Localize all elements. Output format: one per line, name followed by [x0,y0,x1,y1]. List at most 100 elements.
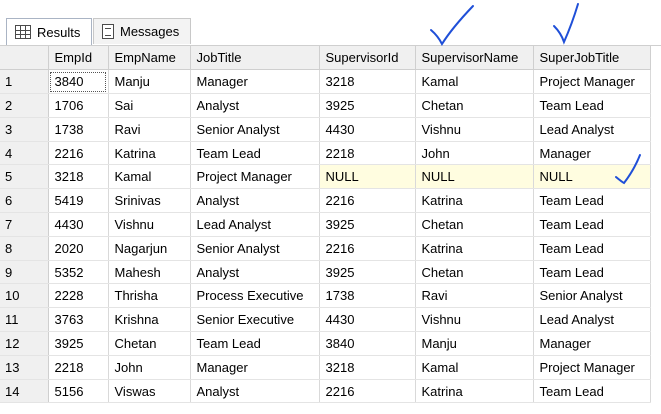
table-cell[interactable]: 2218 [48,355,109,380]
table-cell[interactable]: Manager [533,331,651,356]
table-cell[interactable]: 1738 [319,283,416,309]
table-cell[interactable]: Mahesh [108,260,191,285]
column-header-superjobtitle[interactable]: SuperJobTitle [533,46,651,71]
table-cell[interactable]: Ravi [415,283,534,309]
table-row[interactable]: 9 5352 Mahesh Analyst 3925 Chetan Team Lead [0,260,651,285]
table-row[interactable]: 14 5156 Viswas Analyst 2216 Katrina Team Lead [0,379,651,404]
table-cell[interactable]: 3218 [48,164,109,190]
table-row[interactable]: 6 5419 Srinivas Analyst 2216 Katrina Team Lead [0,188,651,214]
tab-results[interactable]: Results [6,18,92,45]
table-cell[interactable]: 2020 [48,236,109,261]
table-cell[interactable]: Katrina [415,379,534,404]
table-cell[interactable]: 2216 [48,141,109,166]
table-cell[interactable]: Sai [108,93,191,118]
column-header-empname[interactable]: EmpName [108,46,191,71]
table-cell[interactable]: Chetan [415,212,534,237]
table-cell[interactable]: Ravi [108,117,191,142]
table-cell[interactable]: NULL [415,164,534,190]
table-cell[interactable]: Project Manager [533,69,651,95]
table-cell[interactable]: 2216 [319,379,416,404]
table-cell[interactable]: 3763 [48,307,109,333]
table-cell[interactable]: John [415,141,534,166]
table-cell[interactable]: Chetan [108,331,191,356]
row-number[interactable]: 10 [0,283,49,309]
table-cell[interactable]: Lead Analyst [533,117,651,142]
column-header-supervisorid[interactable]: SupervisorId [319,46,416,71]
table-cell[interactable]: 1706 [48,93,109,118]
table-cell[interactable]: Senior Analyst [190,236,320,261]
table-cell[interactable]: 5156 [48,379,109,404]
table-cell[interactable]: 3925 [319,260,416,285]
table-row[interactable]: 13 2218 John Manager 3218 Kamal Project Manage… [0,355,651,380]
table-cell[interactable]: 4430 [48,212,109,237]
table-row[interactable]: 8 2020 Nagarjun Senior Analyst 2216 Katrina Te… [0,236,651,261]
row-number[interactable]: 14 [0,379,49,404]
table-cell[interactable]: Manju [108,69,191,95]
table-cell[interactable]: Nagarjun [108,236,191,261]
table-row[interactable]: 1 3840 Manju Manager 3218 Kamal Project Manage… [0,69,651,95]
table-cell[interactable]: Manager [190,69,320,95]
table-cell[interactable]: 1738 [48,117,109,142]
table-cell[interactable]: Kamal [415,69,534,95]
table-cell[interactable]: 3218 [319,355,416,380]
column-header-empid[interactable]: EmpId [48,46,109,71]
table-cell[interactable]: 3925 [48,331,109,356]
table-cell[interactable]: Senior Executive [190,307,320,333]
table-cell[interactable]: Manju [415,331,534,356]
table-row[interactable]: 2 1706 Sai Analyst 3925 Chetan Team Lead [0,93,651,118]
table-cell[interactable]: Team Lead [533,212,651,237]
row-number[interactable]: 4 [0,141,49,166]
row-number[interactable]: 9 [0,260,49,285]
row-number[interactable]: 11 [0,307,49,333]
table-cell[interactable]: Analyst [190,188,320,214]
row-number[interactable]: 7 [0,212,49,237]
table-cell[interactable]: NULL [319,164,416,190]
table-cell[interactable]: NULL [533,164,651,190]
row-number[interactable]: 6 [0,188,49,214]
table-cell[interactable]: 2218 [319,141,416,166]
column-header-jobtitle[interactable]: JobTitle [190,46,320,71]
table-cell[interactable]: 5352 [48,260,109,285]
column-header-supervisorname[interactable]: SupervisorName [415,46,534,71]
table-cell[interactable]: 3925 [319,93,416,118]
table-cell[interactable]: Vishnu [415,307,534,333]
table-cell[interactable]: Team Lead [190,331,320,356]
table-cell[interactable]: 3925 [319,212,416,237]
table-row[interactable]: 12 3925 Chetan Team Lead 3840 Manju Manager [0,331,651,356]
table-cell[interactable]: Vishnu [108,212,191,237]
table-cell[interactable]: 4430 [319,307,416,333]
table-cell[interactable]: Chetan [415,93,534,118]
table-cell[interactable]: Viswas [108,379,191,404]
table-cell[interactable]: 2216 [319,236,416,261]
table-row[interactable]: 11 3763 Krishna Senior Executive 4430 Vishnu L… [0,307,651,333]
table-cell[interactable]: Analyst [190,379,320,404]
table-cell[interactable]: Project Manager [533,355,651,380]
table-cell[interactable]: Team Lead [533,188,651,214]
table-cell[interactable]: Team Lead [533,236,651,261]
table-cell[interactable]: Srinivas [108,188,191,214]
row-number[interactable]: 8 [0,236,49,261]
table-cell[interactable]: Katrina [108,141,191,166]
table-cell[interactable]: 2216 [319,188,416,214]
table-cell[interactable]: 3218 [319,69,416,95]
grid-corner[interactable] [0,46,49,71]
table-cell[interactable]: Lead Analyst [533,307,651,333]
table-cell[interactable]: 2228 [48,283,109,309]
table-cell[interactable]: Kamal [108,164,191,190]
row-number[interactable]: 12 [0,331,49,356]
table-cell[interactable]: Analyst [190,260,320,285]
table-cell[interactable]: Vishnu [415,117,534,142]
table-cell[interactable]: Team Lead [190,141,320,166]
row-number[interactable]: 1 [0,69,49,95]
table-cell[interactable]: Analyst [190,93,320,118]
row-number[interactable]: 2 [0,93,49,118]
table-cell[interactable]: Manager [190,355,320,380]
table-cell[interactable]: Senior Analyst [533,283,651,309]
table-cell[interactable]: Kamal [415,355,534,380]
table-cell[interactable]: Team Lead [533,260,651,285]
table-cell[interactable]: Project Manager [190,164,320,190]
row-number[interactable]: 13 [0,355,49,380]
table-cell[interactable]: Manager [533,141,651,166]
table-cell[interactable]: Senior Analyst [190,117,320,142]
table-cell[interactable]: Katrina [415,236,534,261]
